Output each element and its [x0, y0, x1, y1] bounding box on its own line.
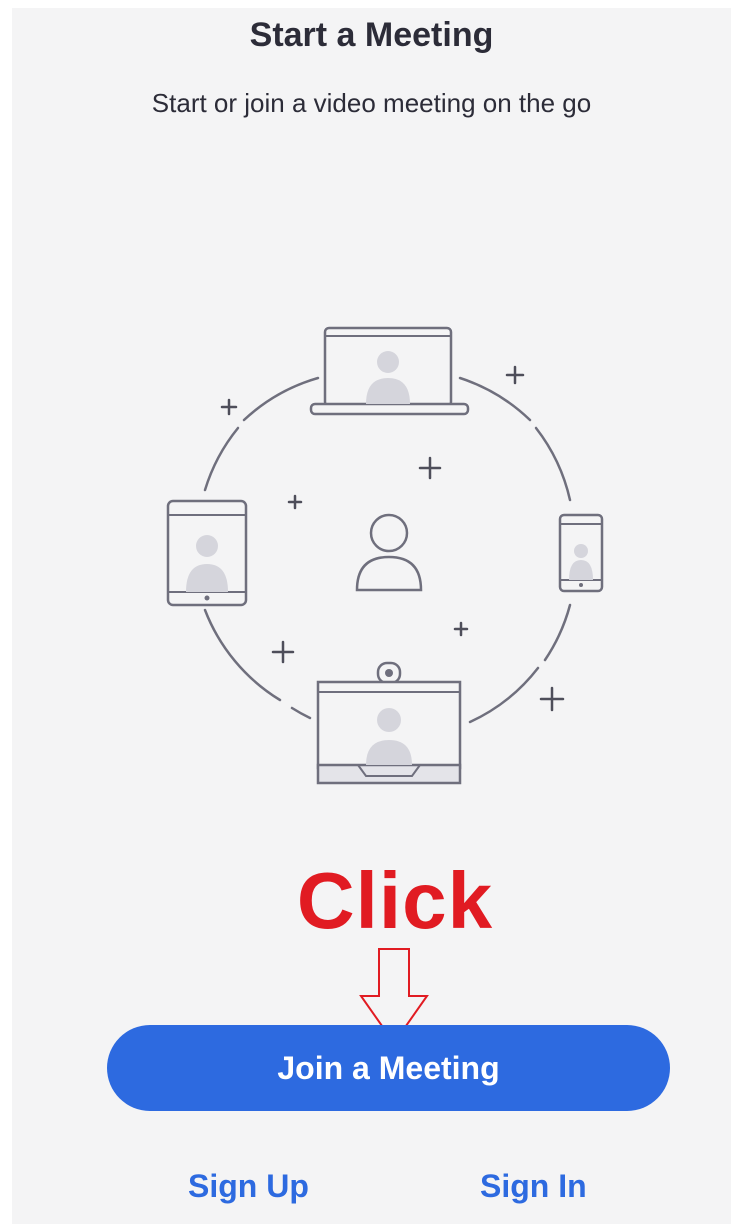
click-annotation: Click [296, 856, 494, 945]
room-system-icon [316, 661, 462, 785]
left-edge [0, 0, 12, 1224]
video-meeting-illustration [166, 326, 604, 785]
laptop-icon [309, 326, 470, 416]
sign-in-link[interactable]: Sign In [480, 1168, 587, 1205]
page-subtitle: Start or join a video meeting on the go [151, 88, 592, 118]
join-meeting-button[interactable]: Join a Meeting [107, 1025, 670, 1111]
start-meeting-screen: Start a Meeting Start or join a video me… [0, 0, 743, 1224]
right-edge [731, 0, 743, 1224]
phone-icon [558, 513, 604, 593]
top-edge [0, 0, 743, 8]
sign-up-link[interactable]: Sign Up [188, 1168, 309, 1205]
tablet-icon [166, 499, 248, 607]
user-avatar-icon [355, 513, 423, 592]
page-title: Start a Meeting [249, 16, 494, 54]
